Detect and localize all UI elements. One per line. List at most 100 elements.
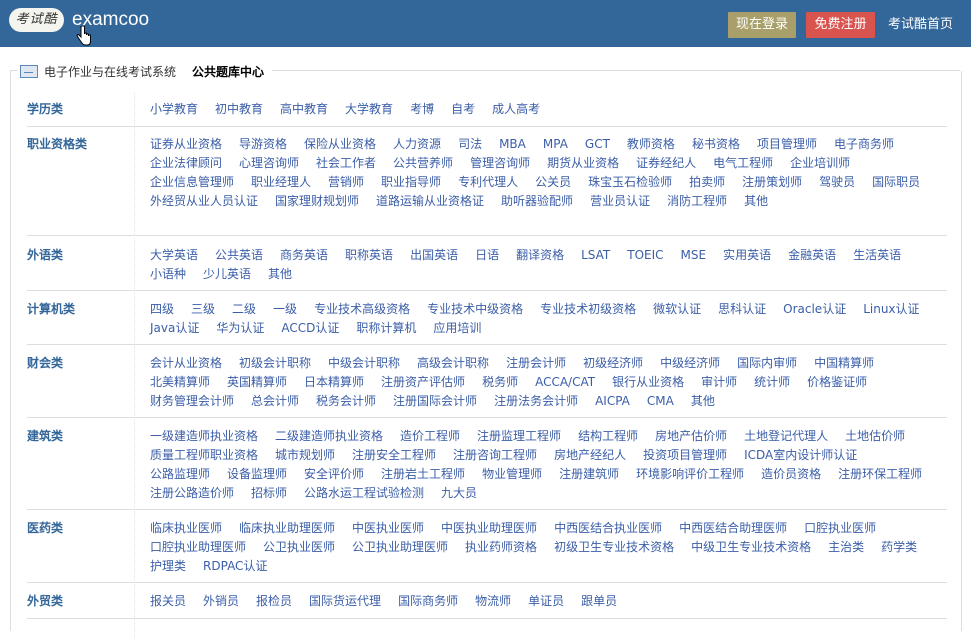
category-item-link[interactable]: MBA	[499, 135, 526, 154]
category-item-link[interactable]: 公路水运工程试验检测	[304, 484, 424, 503]
category-item-link[interactable]: Java认证	[150, 319, 199, 338]
category-item-link[interactable]: 实用英语	[723, 246, 771, 265]
category-item-link[interactable]: 证券经纪人	[636, 154, 696, 173]
category-item-link[interactable]: 注册法务会计师	[494, 392, 578, 411]
category-title[interactable]: 计算机类	[27, 300, 127, 319]
category-item-link[interactable]: 专业技术高级资格	[314, 300, 410, 319]
category-item-link[interactable]: 导游资格	[239, 135, 287, 154]
category-item-link[interactable]: 口腔执业医师	[804, 519, 876, 538]
category-item-link[interactable]: 财务管理会计师	[150, 392, 234, 411]
category-item-link[interactable]: 公关员	[535, 173, 571, 192]
category-item-link[interactable]: 期货从业资格	[547, 154, 619, 173]
category-item-link[interactable]: 电子商务师	[834, 135, 894, 154]
category-title[interactable]: 职业资格类	[27, 135, 127, 154]
category-item-link[interactable]: 营业员认证	[590, 192, 650, 211]
category-item-link[interactable]: 小语种	[150, 265, 186, 284]
category-item-link[interactable]: 国际货运代理	[309, 592, 381, 611]
category-item-link[interactable]: 总会计师	[251, 392, 299, 411]
home-link[interactable]: 考试酷首页	[888, 12, 953, 38]
category-item-link[interactable]: ACCD认证	[281, 319, 339, 338]
category-item-link[interactable]: 注册岩土工程师	[381, 465, 465, 484]
category-item-link[interactable]: 大学教育	[345, 100, 393, 119]
category-title[interactable]: 外语类	[27, 246, 127, 265]
category-item-link[interactable]: 国际商务师	[398, 592, 458, 611]
category-item-link[interactable]: TOEIC	[627, 246, 663, 265]
category-item-link[interactable]: 注册咨询工程师	[453, 446, 537, 465]
category-item-link[interactable]: 报检员	[256, 592, 292, 611]
category-item-link[interactable]: Linux认证	[863, 300, 919, 319]
category-item-link[interactable]: 报关员	[150, 592, 186, 611]
category-item-link[interactable]: 房地产估价师	[655, 427, 727, 446]
category-item-link[interactable]: 国际内审师	[737, 354, 797, 373]
category-item-link[interactable]: 银行从业资格	[612, 373, 684, 392]
category-item-link[interactable]: 结构工程师	[578, 427, 638, 446]
category-item-link[interactable]: 审计师	[701, 373, 737, 392]
category-item-link[interactable]: 注册建筑师	[559, 465, 619, 484]
category-item-link[interactable]: 造价工程师	[400, 427, 460, 446]
category-item-link[interactable]: 企业培训师	[790, 154, 850, 173]
category-item-link[interactable]: 生活英语	[853, 246, 901, 265]
category-item-link[interactable]: 一级建造师执业资格	[150, 427, 258, 446]
category-item-link[interactable]: 中西医结合助理医师	[679, 519, 787, 538]
category-item-link[interactable]: 中医执业助理医师	[441, 519, 537, 538]
category-item-link[interactable]: 公卫执业医师	[263, 538, 335, 557]
category-item-link[interactable]: 拍卖师	[689, 173, 725, 192]
category-item-link[interactable]: 小学教育	[150, 100, 198, 119]
category-item-link[interactable]: 职业经理人	[251, 173, 311, 192]
category-item-link[interactable]: LSAT	[581, 246, 610, 265]
category-item-link[interactable]: 招标师	[251, 484, 287, 503]
category-item-link[interactable]: 司法	[458, 135, 482, 154]
category-item-link[interactable]: 统计师	[754, 373, 790, 392]
category-item-link[interactable]: 税务师	[482, 373, 518, 392]
category-item-link[interactable]: 公共营养师	[393, 154, 453, 173]
category-item-link[interactable]: Oracle认证	[783, 300, 846, 319]
category-item-link[interactable]: 价格鉴证师	[807, 373, 867, 392]
category-item-link[interactable]: 国际职员	[872, 173, 920, 192]
category-item-link[interactable]: ACCA/CAT	[535, 373, 595, 392]
category-item-link[interactable]: 翻译资格	[516, 246, 564, 265]
category-item-link[interactable]: 注册公路造价师	[150, 484, 234, 503]
category-item-link[interactable]: 二级	[232, 300, 256, 319]
category-item-link[interactable]: 初级会计职称	[239, 354, 311, 373]
category-item-link[interactable]: 房地产经纪人	[554, 446, 626, 465]
category-item-link[interactable]: 电气工程师	[713, 154, 773, 173]
category-item-link[interactable]: 微软认证	[653, 300, 701, 319]
category-item-link[interactable]: 初级卫生专业技术资格	[554, 538, 674, 557]
category-item-link[interactable]: RDPAC认证	[203, 557, 267, 576]
category-item-link[interactable]: 土地登记代理人	[744, 427, 828, 446]
category-item-link[interactable]: 英国精算师	[227, 373, 287, 392]
category-item-link[interactable]: 注册资产评估师	[381, 373, 465, 392]
category-item-link[interactable]: 口腔执业助理医师	[150, 538, 246, 557]
category-item-link[interactable]: 人力资源	[393, 135, 441, 154]
category-title[interactable]: 医药类	[27, 519, 127, 538]
category-item-link[interactable]: 北美精算师	[150, 373, 210, 392]
category-item-link[interactable]: 珠宝玉石检验师	[588, 173, 672, 192]
category-item-link[interactable]: 项目管理师	[757, 135, 817, 154]
category-item-link[interactable]: 出国英语	[410, 246, 458, 265]
category-item-link[interactable]: 其他	[744, 192, 768, 211]
category-item-link[interactable]: 中级卫生专业技术资格	[691, 538, 811, 557]
category-item-link[interactable]: 社会工作者	[316, 154, 376, 173]
login-button[interactable]: 现在登录	[728, 12, 796, 38]
category-item-link[interactable]: 物流师	[475, 592, 511, 611]
category-item-link[interactable]: AICPA	[595, 392, 630, 411]
category-item-link[interactable]: 专利代理人	[458, 173, 518, 192]
register-button[interactable]: 免费注册	[806, 12, 875, 38]
category-item-link[interactable]: 注册安全工程师	[352, 446, 436, 465]
category-item-link[interactable]: 中西医结合执业医师	[554, 519, 662, 538]
category-title[interactable]: 建筑类	[27, 427, 127, 446]
category-item-link[interactable]: 公共英语	[215, 246, 263, 265]
category-title[interactable]: 外贸类	[27, 592, 127, 611]
category-item-link[interactable]: 职称计算机	[356, 319, 416, 338]
category-item-link[interactable]: 消防工程师	[667, 192, 727, 211]
category-item-link[interactable]: 日语	[475, 246, 499, 265]
category-item-link[interactable]: 中级会计职称	[328, 354, 400, 373]
category-item-link[interactable]: 日本精算师	[304, 373, 364, 392]
category-item-link[interactable]: 二级建造师执业资格	[275, 427, 383, 446]
category-item-link[interactable]: 一级	[273, 300, 297, 319]
site-logo[interactable]: 考试酷	[9, 8, 64, 32]
category-item-link[interactable]: 少儿英语	[203, 265, 251, 284]
category-item-link[interactable]: 国家理财规划师	[275, 192, 359, 211]
category-item-link[interactable]: 中医执业医师	[352, 519, 424, 538]
category-item-link[interactable]: MSE	[681, 246, 707, 265]
